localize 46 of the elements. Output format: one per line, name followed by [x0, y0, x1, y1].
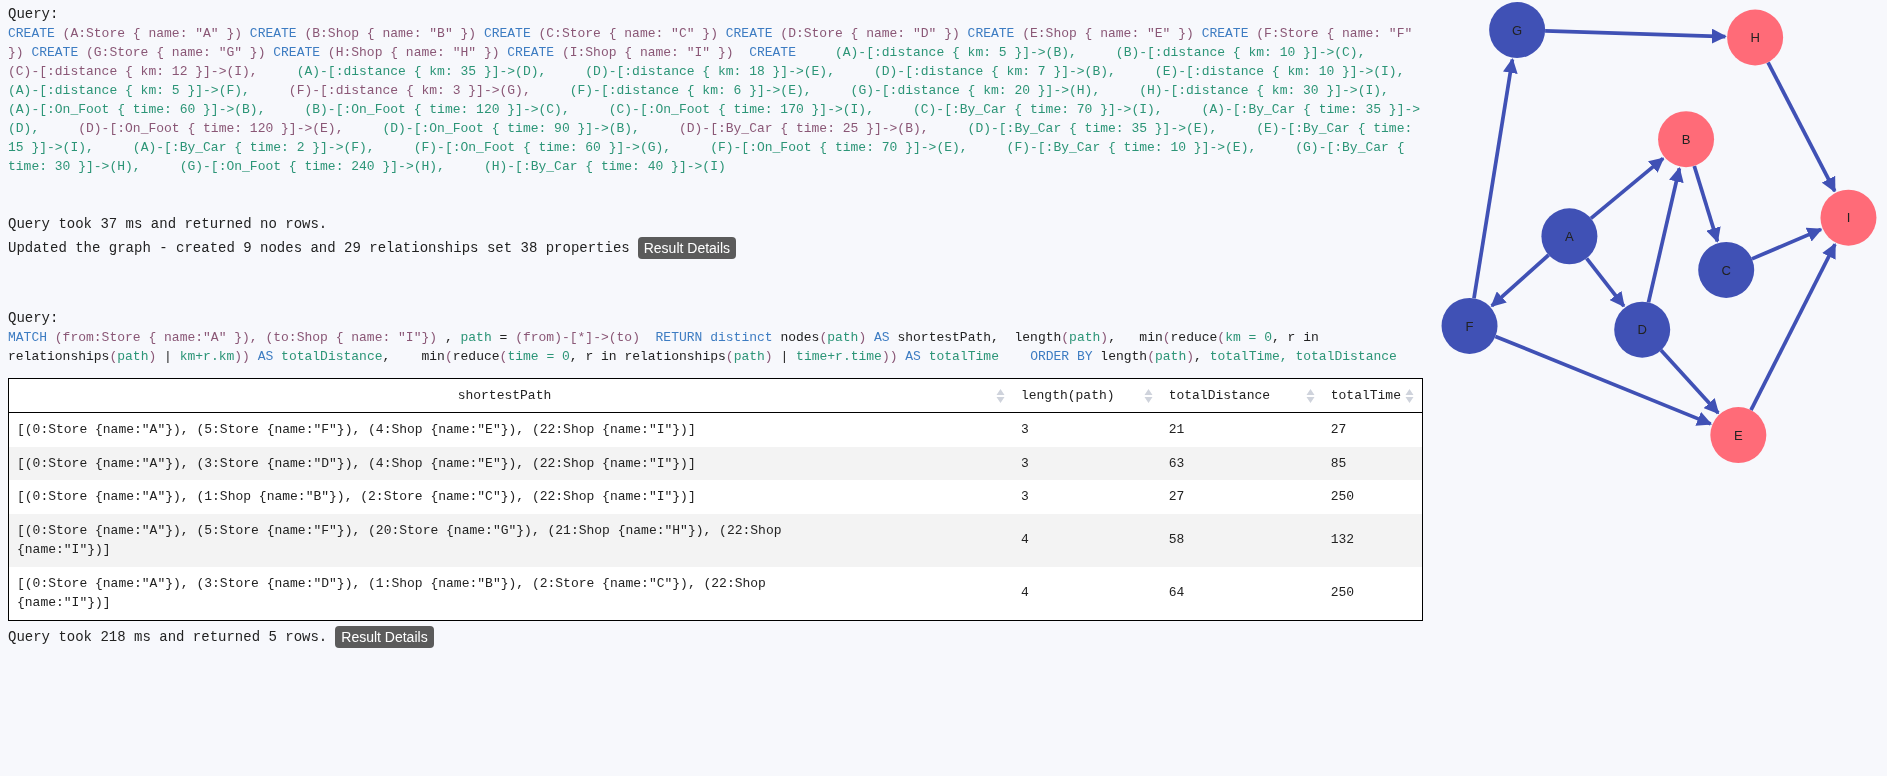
- column-title: totalDistance: [1168, 386, 1271, 405]
- column-header[interactable]: totalDistance: [1160, 378, 1323, 413]
- table-cell-text: 3: [1020, 454, 1030, 473]
- table-cell-text: 4: [1020, 584, 1030, 603]
- table-cell-text: 4: [1020, 531, 1030, 550]
- table-cell-text: 250: [1330, 488, 1356, 506]
- column-title: shortestPath: [456, 386, 553, 405]
- column-header[interactable]: length(path): [1012, 378, 1161, 413]
- table-cell-text: 21: [1168, 421, 1186, 439]
- query-code: MATCH (from:Store { name:"A" }), (to:Shop { name: "I"}) , path = (from)-[*]->(to) RETURN distinct nodes(path) AS shortestPath, length(path), min(reduce(km = 0, r in relationships(path) | km+r.km)) AS totalDistance, min(reduce(time = 0, r in relationships(path) | time+r.time)) AS totalTime ORDER BY length(path), totalTime, totalDistance: [8, 329, 1398, 366]
- query-label: Query:: [8, 309, 60, 328]
- query-label: Query:: [8, 5, 60, 24]
- graph-node[interactable]: I: [1819, 189, 1876, 246]
- table-cell-text: 250: [1330, 584, 1356, 603]
- table-cell-text: 64: [1168, 584, 1186, 603]
- status-message: Query took 37 ms and returned no rows.: [8, 215, 328, 234]
- table-cell-text: [(0:Store {name:"A"}), (1:Shop {name:"B"}), (2:Store {name:"C"}), (22:Shop {name:"I"})]: [17, 488, 697, 506]
- query-code: CREATE (A:Store { name: "A" }) CREATE (B:Shop { name: "B" }) CREATE (C:Store { name: "C" }) CREATE (D:Store { name: "D" }) CREATE (E:Shop { name: "E" }) CREATE (F:Store { name: "F" }) CREATE (G:Store { name: "G" }) CREATE (H:Shop { name: "H" }) CREATE (I:Shop { name: "I" }) CREATE (A)-[:distance { km: 5 }]->(B), (B)-[:distance { km: 10 }]->(C), (C)-[:distance { km: 12 }]->(I), (A)-[:distance { km: 35 }]->(D), (D)-[:distance { km: 18 }]->(E), (D)-[:distance { km: 7 }]->(B), (E)-[:distance { km: 10 }]->(I), (A)-[:distance { km: 5 }]->(F), (F)-[:distance { km: 3 }]->(G), (F)-[:distance { km: 6 }]->(E), (G)-[:distance { km: 20 }]->(H), (H)-[:distance { km: 30 }]->(I), (A)-[:On_Foot { time: 60 }]->(B), (B)-[:On_Foot { time: 120 }]->(C), (C)-[:On_Foot { time: 170 }]->(I), (C)-[:By_Car { time: 70 }]->(I), (A)-[:By_Car { time: 35 }]->(D), (D)-[:On_Foot { time: 120 }]->(E), (D)-[:On_Foot { time: 90 }]->(B), (D)-[:By_Car { time: 25 }]->(B), (D)-[:By_Car { time: 35 }]->(E), (E)-[:By_Car { time: 15 }]->(I), (A)-[:By_Car { time: 2 }]->(F), (F)-[:On_Foot { time: 60 }]->(G), (F)-[:On_Foot { time: 70 }]->(E), (F)-[:By_Car { time: 10 }]->(E), (G)-[:By_Car { time: 30 }]->(H), (G)-[:On_Foot { time: 240 }]->(H), (H)-[:By_Car { time: 40 }]->(I): [8, 25, 1422, 176]
- table-cell-text: [(0:Store {name:"A"}), (3:Store {name:"D"}), (1:Shop {name:"B"}), (2:Store {name:"C"}), (22:Shop {name:"I"})]: [17, 574, 767, 612]
- graph-node[interactable]: E: [1709, 407, 1766, 464]
- column-title: length(path): [1020, 386, 1115, 405]
- column-title: totalTime: [1330, 386, 1401, 405]
- sort-icon[interactable]: [995, 387, 1005, 404]
- table-cell-text: 132: [1330, 531, 1356, 550]
- status-message: Query took 218 ms and returned 5 rows.: [8, 627, 328, 647]
- table-cell-text: [(0:Store {name:"A"}), (5:Store {name:"F"}), (20:Store {name:"G"}), (21:Shop {name:"H"}), (22:Shop {name:"I"})]: [17, 521, 783, 559]
- column-header[interactable]: shortestPath: [8, 378, 1013, 413]
- table-cell-text: 3: [1020, 421, 1030, 439]
- table-cell-text: 27: [1168, 488, 1186, 506]
- sort-icon[interactable]: [1305, 387, 1315, 404]
- table-cell-text: 63: [1168, 454, 1186, 473]
- table-cell-text: [(0:Store {name:"A"}), (3:Store {name:"D"}), (4:Shop {name:"E"}), (22:Shop {name:"I"})]: [17, 454, 697, 473]
- graph-node[interactable]: B: [1657, 111, 1714, 168]
- graph-node[interactable]: H: [1726, 9, 1783, 66]
- status-message: Updated the graph - created 9 nodes and 29 relationships set 38 properties: [8, 239, 630, 258]
- column-header[interactable]: totalTime: [1322, 378, 1423, 413]
- table-cell-text: 58: [1168, 531, 1186, 550]
- edge-arrow: [1584, 257, 1625, 308]
- table-cell-text: 3: [1020, 488, 1030, 506]
- table-cell-text: [(0:Store {name:"A"}), (5:Store {name:"F"}), (4:Shop {name:"E"}), (22:Shop {name:"I"})]: [17, 421, 697, 439]
- sort-icon[interactable]: [1405, 387, 1414, 404]
- result-details-button[interactable]: Result Details: [335, 625, 434, 648]
- table-cell-text: 85: [1330, 454, 1348, 473]
- sort-icon[interactable]: [1143, 387, 1153, 404]
- result-details-button[interactable]: Result Details: [637, 237, 737, 259]
- table-cell-text: 27: [1330, 421, 1348, 439]
